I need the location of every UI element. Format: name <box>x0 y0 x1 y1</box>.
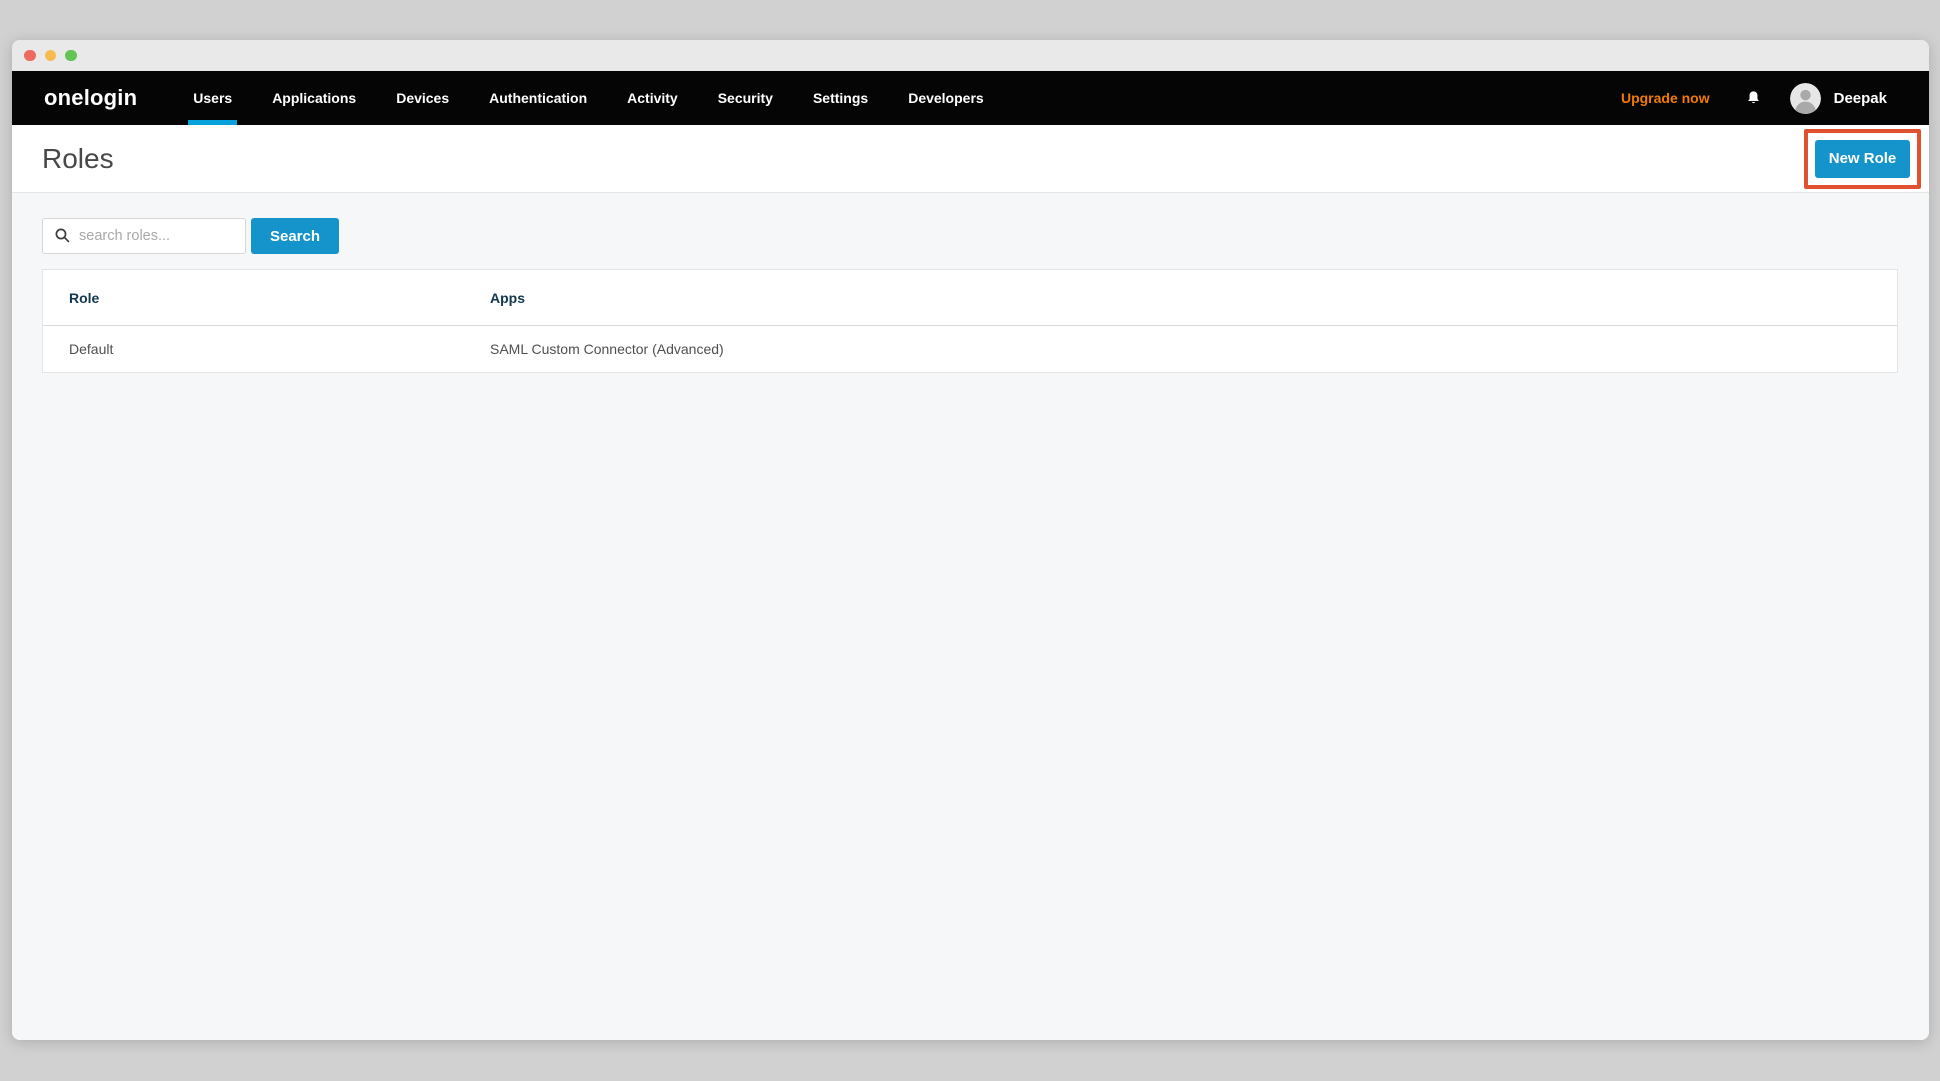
nav-item-activity[interactable]: Activity <box>627 71 678 125</box>
search-row: Search <box>42 218 1899 254</box>
traffic-light-maximize-icon[interactable] <box>65 50 77 62</box>
page-header: Roles New Role <box>12 125 1929 193</box>
nav-item-authentication[interactable]: Authentication <box>489 71 587 125</box>
search-field-wrapper <box>42 218 246 254</box>
page-title: Roles <box>42 143 114 175</box>
role-name-cell: Default <box>43 341 490 357</box>
nav-item-developers[interactable]: Developers <box>908 71 983 125</box>
nav-item-settings[interactable]: Settings <box>813 71 868 125</box>
top-navbar: onelogin Users Applications Devices Auth… <box>12 71 1929 125</box>
roles-page-content: Search Role Apps Default SAML Custom Con… <box>12 193 1929 1040</box>
table-row-default[interactable]: Default SAML Custom Connector (Advanced) <box>43 325 1897 372</box>
window-titlebar <box>12 40 1929 71</box>
column-header-apps[interactable]: Apps <box>490 290 1897 306</box>
nav-item-users[interactable]: Users <box>193 71 232 125</box>
notifications-bell-icon[interactable] <box>1744 89 1763 108</box>
table-header-row: Role Apps <box>43 270 1897 325</box>
nav-item-devices[interactable]: Devices <box>396 71 449 125</box>
search-button[interactable]: Search <box>251 218 339 254</box>
roles-table: Role Apps Default SAML Custom Connector … <box>42 269 1898 373</box>
onelogin-logo[interactable]: onelogin <box>44 85 137 111</box>
traffic-light-minimize-icon[interactable] <box>45 50 57 62</box>
upgrade-now-link[interactable]: Upgrade now <box>1621 90 1710 106</box>
primary-nav: Users Applications Devices Authenticatio… <box>193 71 983 125</box>
new-role-button[interactable]: New Role <box>1815 140 1910 178</box>
traffic-light-close-icon[interactable] <box>24 50 36 62</box>
nav-item-applications[interactable]: Applications <box>272 71 356 125</box>
search-roles-input[interactable] <box>42 218 246 254</box>
nav-item-security[interactable]: Security <box>718 71 773 125</box>
user-name[interactable]: Deepak <box>1834 90 1887 107</box>
role-apps-cell: SAML Custom Connector (Advanced) <box>490 341 1897 357</box>
browser-window: onelogin Users Applications Devices Auth… <box>12 40 1929 1040</box>
annotation-highlight-box: New Role <box>1804 129 1921 189</box>
navbar-right-group: Upgrade now Deepak <box>1621 71 1887 125</box>
column-header-role[interactable]: Role <box>43 290 490 306</box>
user-avatar[interactable] <box>1790 83 1821 114</box>
